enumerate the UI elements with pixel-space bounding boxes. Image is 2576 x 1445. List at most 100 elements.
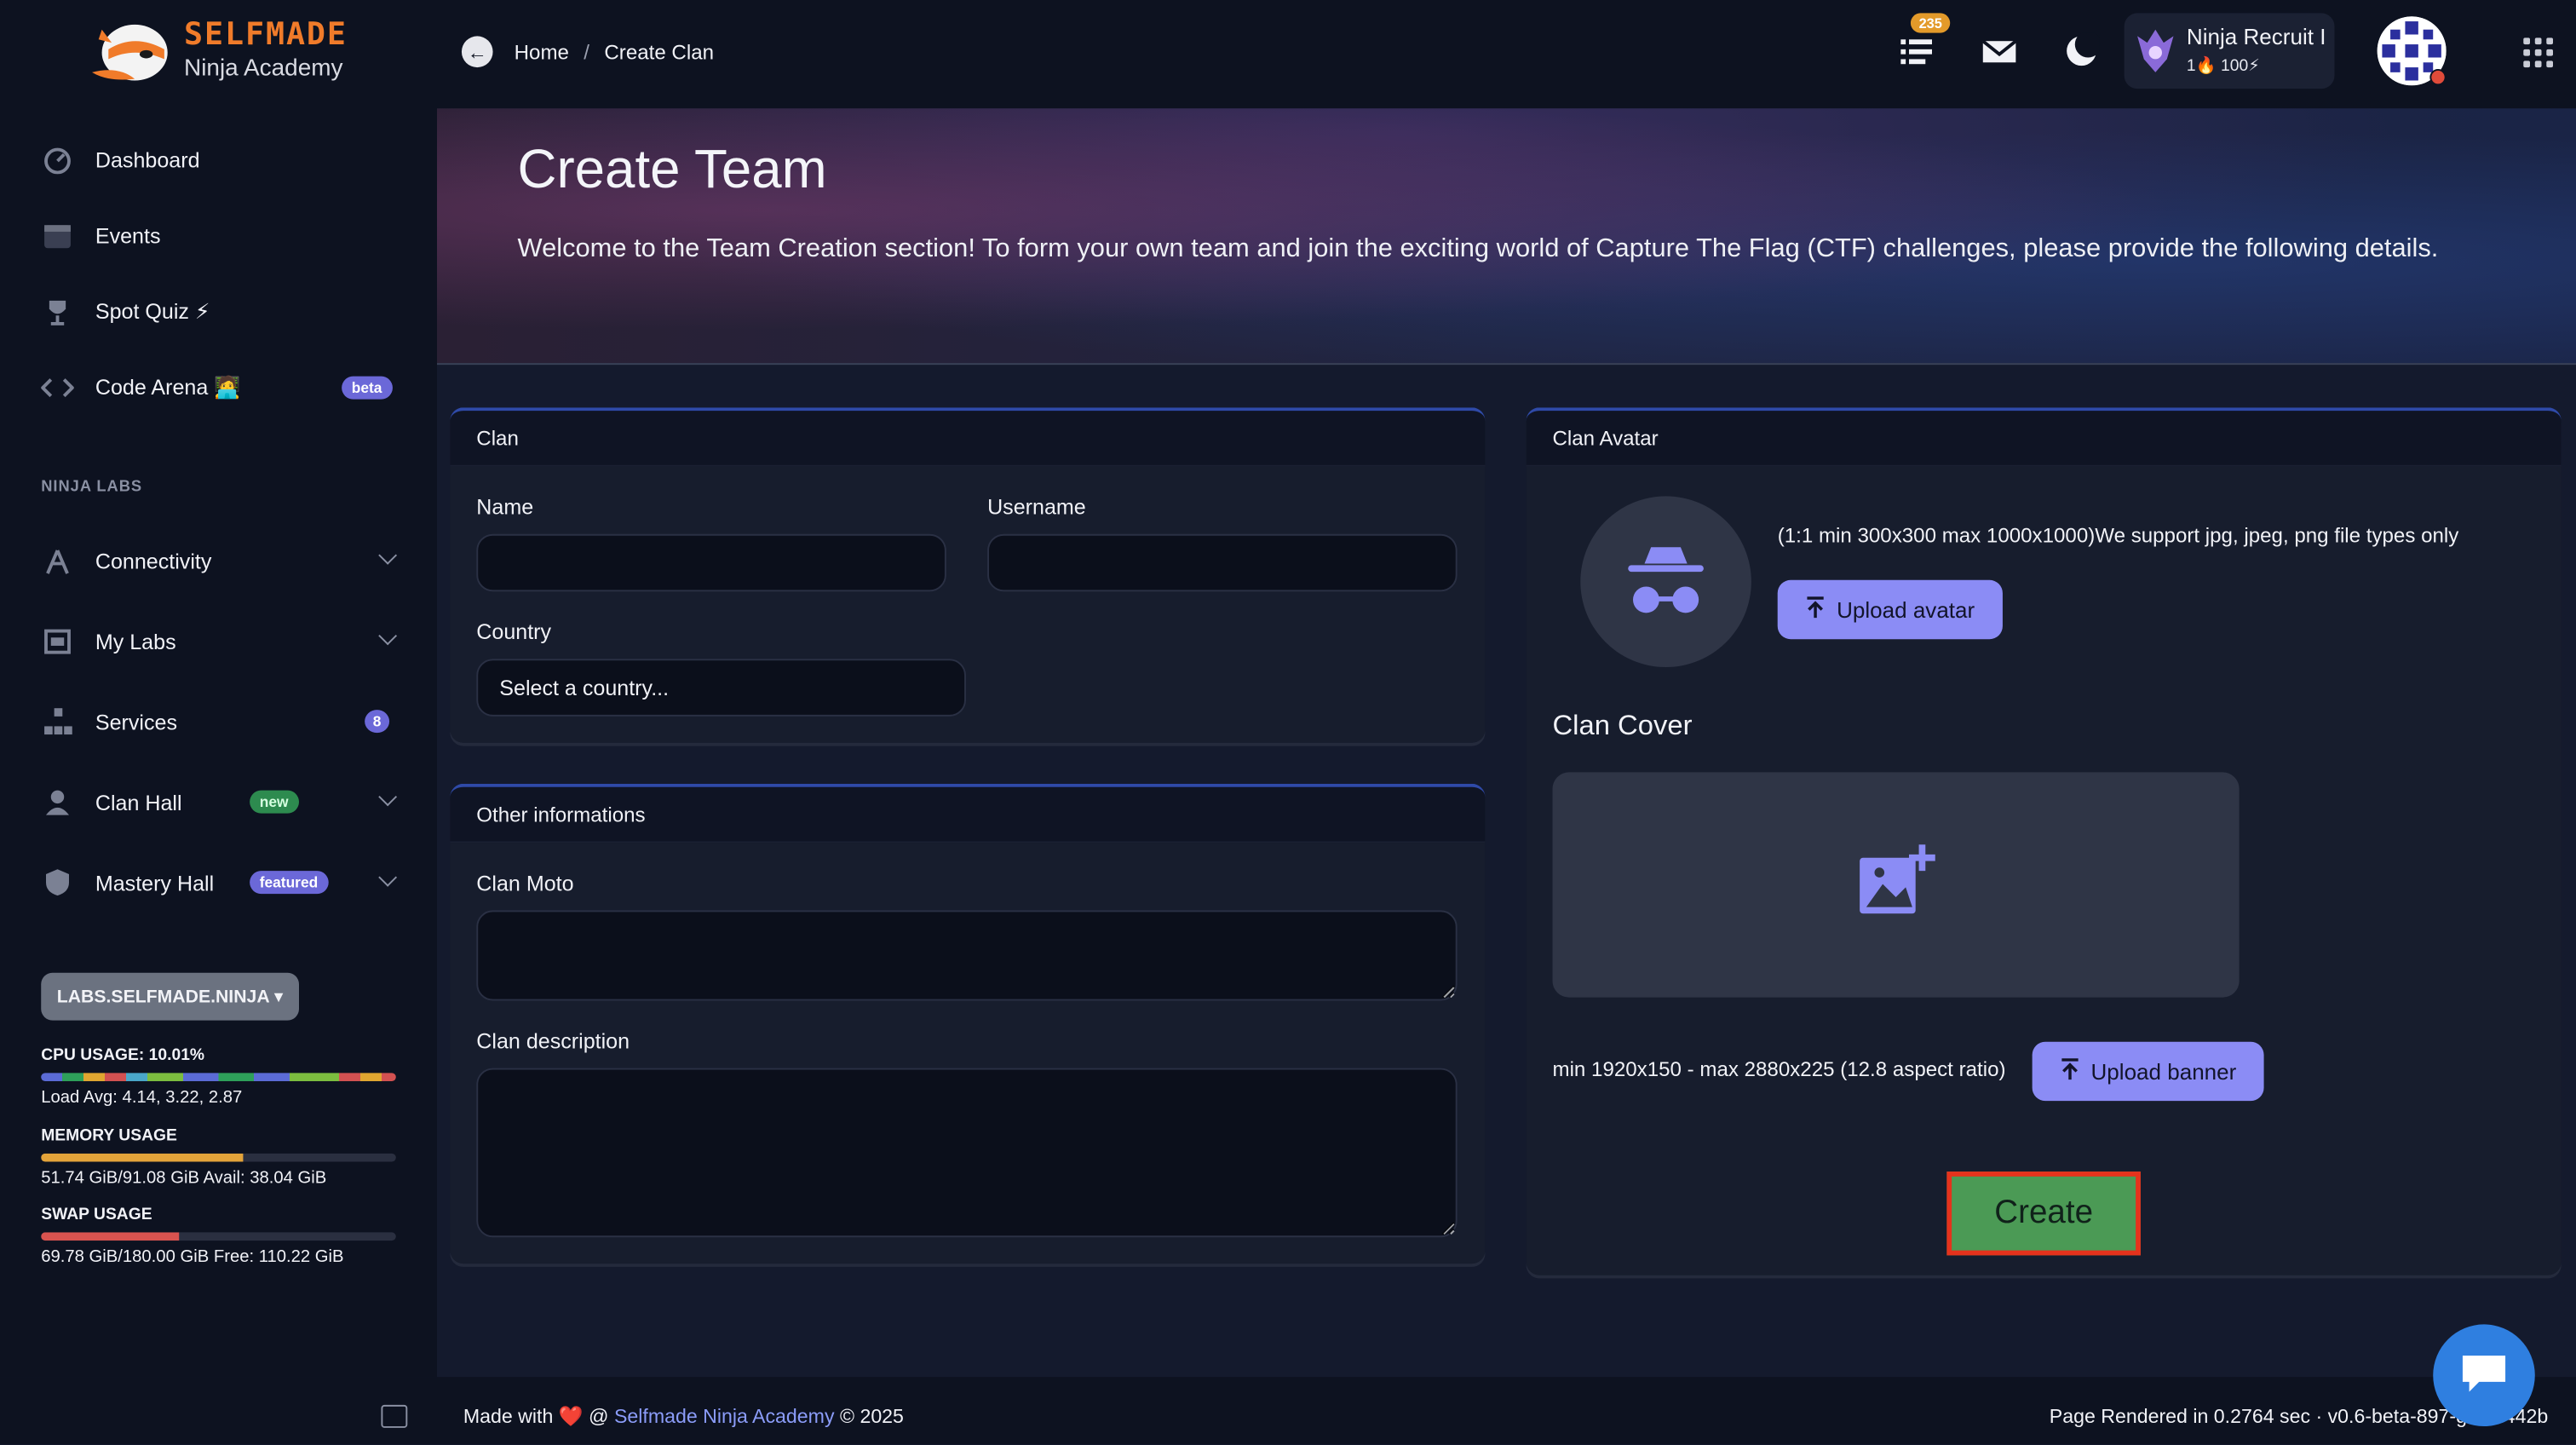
sidebar-item-label: Services	[95, 709, 178, 734]
footer-link[interactable]: Selfmade Ninja Academy	[614, 1405, 835, 1428]
memory-usage-detail: 51.74 GiB/91.08 GiB Avail: 38.04 GiB	[41, 1168, 327, 1189]
memory-usage-title: MEMORY USAGE	[41, 1126, 177, 1146]
rank-emblem-icon	[2134, 26, 2176, 83]
moon-icon[interactable]	[2063, 31, 2102, 72]
lab-box-icon	[39, 623, 75, 659]
brand-name: SELFMADE	[183, 16, 348, 54]
footer-made-with: Made with ❤️ @	[463, 1404, 614, 1428]
notification-count-badge: 235	[1910, 13, 1951, 33]
swap-usage: SWAP USAGE 69.78 GiB/180.00 GiB Free: 11…	[41, 1206, 396, 1267]
section-label-ninja-labs: NINJA LABS	[41, 478, 143, 497]
antenna-icon	[39, 542, 75, 578]
beta-badge: beta	[342, 376, 392, 400]
status-dot	[2429, 68, 2447, 86]
swap-usage-title: SWAP USAGE	[41, 1206, 152, 1224]
mail-icon[interactable]	[1981, 36, 2021, 75]
sidebar-item-label: Code Arena 🧑‍💻	[95, 374, 241, 400]
page-description: Welcome to the Team Creation section! To…	[517, 234, 2439, 263]
sidebar-item-label: My Labs	[95, 628, 176, 653]
name-input[interactable]	[476, 533, 946, 592]
profile-stats: 1🔥 100⚡	[2186, 57, 2260, 76]
cpu-usage-bar	[41, 1073, 396, 1081]
cpu-usage-title: CPU USAGE: 10.01%	[41, 1046, 205, 1065]
sidebar-item-spot-quiz[interactable]: Spot Quiz ⚡	[39, 283, 400, 342]
cover-dropzone[interactable]	[1552, 772, 2240, 998]
create-button[interactable]: Create	[1946, 1172, 2141, 1256]
upload-banner-button[interactable]: Upload banner	[2032, 1041, 2264, 1102]
sidebar-item-connectivity[interactable]: Connectivity	[39, 531, 400, 590]
profile-rank-name: Ninja Recruit I	[2186, 24, 2326, 49]
memory-usage-bar	[41, 1153, 396, 1162]
collapse-sidebar-icon[interactable]	[381, 1404, 408, 1428]
sidebar-item-mastery-hall[interactable]: Mastery Hall featured	[39, 853, 400, 912]
services-count-badge: 8	[365, 710, 390, 734]
user-icon	[39, 784, 75, 820]
clan-cover-title: Clan Cover	[1552, 710, 1693, 741]
sidebar: SELFMADE Ninja Academy Dashboard Events …	[0, 0, 437, 1378]
upload-banner-label: Upload banner	[2090, 1058, 2237, 1084]
chevron-down-icon	[378, 787, 398, 807]
clan-card-title: Clan	[450, 411, 1486, 467]
brand-logo[interactable]: SELFMADE Ninja Academy	[85, 16, 348, 85]
page-title: Create Team	[517, 137, 827, 199]
sidebar-item-dashboard[interactable]: Dashboard	[39, 130, 400, 188]
sidebar-item-code-arena[interactable]: Code Arena 🧑‍💻 beta	[39, 358, 400, 417]
chevron-down-icon	[378, 545, 398, 565]
clan-avatar-card-body: (1:1 min 300x300 max 1000x1000)We suppor…	[1526, 466, 2562, 1275]
brand-subtitle: Ninja Academy	[183, 56, 343, 83]
footer-credit: Made with ❤️ @ Selfmade Ninja Academy © …	[463, 1405, 904, 1428]
back-arrow-icon[interactable]: ←	[461, 36, 493, 68]
cpu-usage: CPU USAGE: 10.01% Load Avg: 4.14, 3.22, …	[41, 1046, 396, 1108]
shield-icon	[39, 864, 75, 900]
sidebar-item-clan-hall[interactable]: Clan Hall new	[39, 772, 400, 831]
sidebar-item-label: Events	[95, 222, 161, 248]
chat-button[interactable]	[2433, 1324, 2535, 1426]
username-label: Username	[987, 494, 1086, 520]
new-badge: new	[250, 790, 299, 814]
sidebar-item-label: Spot Quiz ⚡	[95, 298, 210, 324]
trophy-icon	[39, 294, 75, 330]
clan-card: Clan Name Username Country Select a coun…	[450, 407, 1486, 743]
sidebar-item-label: Clan Hall	[95, 789, 182, 815]
country-label: Country	[476, 619, 552, 644]
network-icon	[39, 703, 75, 739]
country-select[interactable]: Select a country...	[476, 659, 966, 717]
sidebar-item-services[interactable]: Services 8	[39, 692, 400, 751]
other-info-card: Other informations Clan Moto Clan descri…	[450, 783, 1486, 1264]
calendar-icon	[39, 217, 75, 253]
clan-description-label: Clan description	[476, 1028, 630, 1054]
dashboard-icon	[39, 141, 75, 177]
clan-description-textarea[interactable]	[476, 1068, 1458, 1238]
upload-arrow-icon	[2060, 1057, 2079, 1085]
labs-domain-dropdown[interactable]: LABS.SELFMADE.NINJA ▾	[41, 972, 299, 1021]
avatar-placeholder-icon	[1580, 496, 1751, 667]
clan-moto-textarea[interactable]	[476, 910, 1458, 1001]
upload-arrow-icon	[1805, 596, 1825, 624]
featured-badge: featured	[250, 871, 328, 895]
apps-grid-icon[interactable]	[2523, 37, 2553, 68]
footer: Made with ❤️ @ Selfmade Ninja Academy © …	[0, 1377, 2576, 1445]
avatar-hint: (1:1 min 300x300 max 1000x1000)We suppor…	[1777, 524, 2459, 548]
chevron-down-icon	[378, 626, 398, 646]
clan-card-body: Name Username Country Select a country..…	[450, 466, 1486, 743]
chat-icon	[2459, 1348, 2509, 1402]
sidebar-item-events[interactable]: Events	[39, 205, 400, 264]
clan-moto-label: Clan Moto	[476, 871, 574, 896]
code-icon	[39, 370, 75, 406]
leaderboard-list-icon[interactable]	[1899, 33, 1938, 72]
breadcrumb-current: Create Clan	[604, 40, 715, 64]
cpu-load-avg: Load Avg: 4.14, 3.22, 2.87	[41, 1087, 243, 1108]
breadcrumb-home[interactable]: Home	[515, 40, 569, 63]
cover-hint: min 1920x150 - max 2880x225 (12.8 aspect…	[1552, 1057, 2006, 1081]
profile-card[interactable]: Ninja Recruit I 1🔥 100⚡	[2124, 13, 2335, 89]
username-input[interactable]	[987, 533, 1458, 592]
add-image-icon	[1856, 841, 1935, 928]
upload-avatar-button[interactable]: Upload avatar	[1777, 579, 2003, 640]
country-select-value: Select a country...	[499, 675, 670, 700]
swap-usage-bar	[41, 1232, 396, 1241]
page-hero: Create Team Welcome to the Team Creation…	[436, 108, 2576, 366]
footer-year: © 2025	[834, 1404, 904, 1428]
chevron-down-icon	[378, 867, 398, 887]
clan-avatar-card: Clan Avatar (1:1 min 300x300 max 1000x10…	[1526, 407, 2562, 1275]
sidebar-item-my-labs[interactable]: My Labs	[39, 611, 400, 670]
